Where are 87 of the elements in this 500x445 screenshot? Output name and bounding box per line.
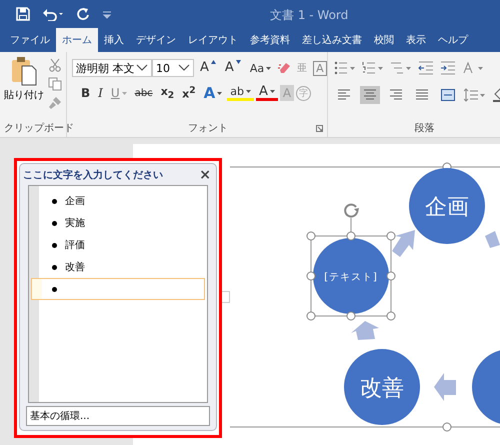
caret-icon: [210, 60, 216, 64]
save-icon[interactable]: [16, 7, 30, 21]
ribbon-tab[interactable]: ホーム: [56, 28, 98, 52]
script-button[interactable]: x$_{2}$: [158, 83, 178, 103]
ribbon-tab[interactable]: 差し込み文書: [296, 28, 368, 52]
ribbon-tab[interactable]: 校閲: [368, 28, 400, 52]
ribbon-tab[interactable]: 表示: [400, 28, 432, 52]
increase-indent-icon[interactable]: [440, 61, 456, 75]
layout-description: 基本の循環...: [26, 406, 210, 426]
caret-icon: [266, 66, 272, 70]
group-label: 段落: [414, 122, 435, 135]
grow-font-button[interactable]: A: [197, 58, 219, 78]
line-spacing-icon[interactable]: [464, 88, 486, 102]
bullet-icon: [52, 220, 57, 226]
caret-icon: [236, 60, 241, 64]
ribbon-tab[interactable]: レイアウト: [182, 28, 244, 52]
scissors-icon[interactable]: [48, 58, 62, 72]
bullet-icon: [52, 242, 57, 248]
eraser-icon[interactable]: [277, 61, 292, 75]
chevron-down-icon: [136, 64, 148, 72]
customize-menu-icon[interactable]: [102, 9, 112, 19]
cycle-node[interactable]: 企画: [409, 168, 485, 244]
chevron-down-icon: [178, 64, 190, 72]
group-label: クリップボード: [4, 122, 74, 135]
resize-handle[interactable]: [386, 312, 396, 320]
undo-icon[interactable]: [42, 7, 64, 21]
resize-handle[interactable]: [386, 232, 396, 240]
alignment-icon: [362, 89, 377, 101]
caret-icon: [246, 90, 251, 93]
bullet-item[interactable]: 実施: [29, 212, 207, 234]
font-name-dropdown[interactable]: 游明朝 本文: [72, 59, 152, 77]
caret-icon: [270, 90, 275, 93]
resize-handle[interactable]: [306, 312, 316, 320]
node-label: 改善: [360, 376, 404, 401]
ribbon-tab[interactable]: ヘルプ: [432, 28, 474, 52]
shrink-font-button[interactable]: A: [222, 58, 244, 78]
redo-icon[interactable]: [76, 7, 90, 21]
alignment-icon: [440, 89, 455, 101]
alignment-icon: [388, 89, 403, 101]
text-entry-area[interactable]: 企画 実施 評価 改善: [28, 185, 208, 403]
pane-title: ここに文字を入力してください: [23, 168, 163, 182]
cycle-node[interactable]: 改善: [344, 349, 420, 425]
close-button[interactable]: ×: [199, 168, 211, 182]
clipboard-icon: [11, 56, 37, 86]
text-effects-button[interactable]: A: [200, 83, 226, 103]
rotate-handle-icon[interactable]: [344, 204, 359, 218]
font-color-button[interactable]: A: [256, 85, 278, 101]
highlight-button[interactable]: ab: [227, 85, 254, 101]
change-case-button[interactable]: Aa: [246, 58, 274, 78]
bullet-item[interactable]: 評価: [29, 234, 207, 256]
multilevel-list-icon[interactable]: [390, 61, 412, 75]
decrease-indent-icon[interactable]: [418, 61, 434, 75]
bullet-icon: [52, 264, 57, 270]
caret-icon: [217, 92, 222, 94]
numbered-list-icon[interactable]: [362, 61, 384, 75]
bold-button[interactable]: B: [78, 83, 94, 103]
italic-button[interactable]: I: [95, 83, 106, 103]
cycle-node[interactable]: [472, 349, 500, 425]
resize-handle[interactable]: [346, 232, 356, 240]
bullet-item[interactable]: 企画: [29, 190, 207, 212]
ribbon-tab[interactable]: デザイン: [130, 28, 182, 52]
strikethrough-button[interactable]: abc: [132, 83, 156, 103]
bullet-list-icon[interactable]: [334, 61, 356, 75]
align-button[interactable]: [360, 86, 380, 104]
bullet-item[interactable]: 改善: [29, 256, 207, 278]
paste-button[interactable]: 貼り付け: [4, 56, 44, 118]
resize-handle[interactable]: [386, 272, 396, 280]
copy-icon[interactable]: [48, 77, 62, 91]
node-label: 企画: [425, 195, 469, 220]
frame-handle[interactable]: [442, 422, 452, 432]
resize-handle[interactable]: [306, 232, 316, 240]
caret-icon: [122, 92, 127, 94]
ribbon-tab[interactable]: 挿入: [98, 28, 130, 52]
script-button[interactable]: x$^{2}$: [179, 83, 199, 103]
resize-handle[interactable]: [306, 272, 316, 280]
alignment-icon: [336, 89, 351, 101]
node-placeholder: [テキスト]: [324, 272, 378, 283]
dialog-launcher-icon[interactable]: [316, 124, 323, 132]
bullet-icon: [52, 198, 57, 204]
bullet-icon: [52, 286, 57, 292]
alignment-icon: [414, 89, 429, 101]
ribbon-tab[interactable]: 参考資料: [244, 28, 296, 52]
font-size-dropdown[interactable]: 10: [152, 59, 194, 77]
ribbon-tab[interactable]: ファイル: [4, 28, 56, 52]
resize-handle[interactable]: [346, 312, 356, 320]
window-title: 文書 1 - Word: [270, 7, 348, 24]
group-label: フォント: [188, 122, 228, 135]
